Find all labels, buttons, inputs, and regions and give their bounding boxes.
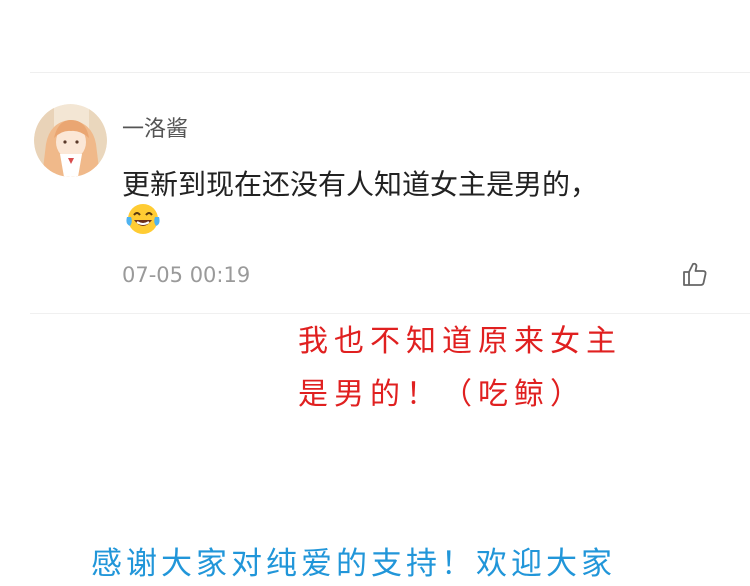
handwritten-annotation-blue: 感谢大家对纯爱的支持！欢迎大家 [91, 546, 616, 582]
divider [30, 72, 750, 73]
page: 一洛酱 更新到现在还没有人知道女主是男的， 07-05 00:19 我也不知道原… [0, 0, 750, 586]
handwritten-annotation-red-line2: 是男的！（吃鲸） [298, 377, 586, 412]
handwritten-annotation-red-line1: 我也不知道原来女主 [298, 324, 622, 359]
avatar[interactable] [34, 104, 107, 177]
avatar-illustration [34, 104, 107, 177]
divider [30, 313, 750, 314]
comment-text: 更新到现在还没有人知道女主是男的， [122, 168, 599, 201]
thumbs-up-icon[interactable] [681, 260, 709, 288]
laughing-tears-emoji-icon [124, 200, 162, 236]
username[interactable]: 一洛酱 [122, 111, 188, 143]
comment-timestamp: 07-05 00:19 [122, 263, 251, 287]
